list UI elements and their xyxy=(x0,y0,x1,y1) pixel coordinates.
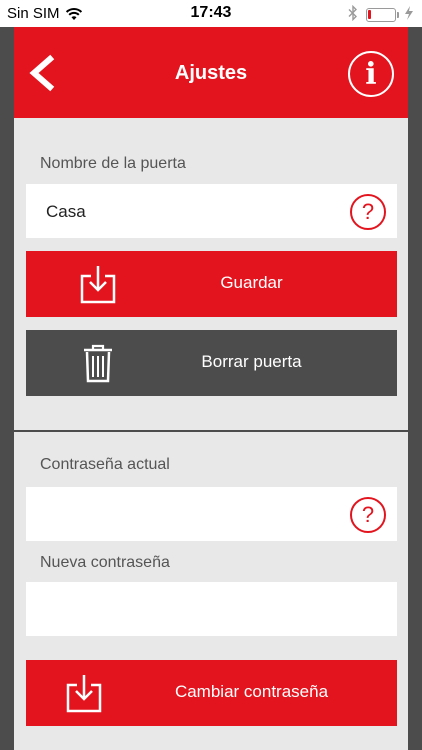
change-password-button[interactable]: Cambiar contraseña xyxy=(26,660,397,726)
section-divider xyxy=(14,430,408,432)
battery-level xyxy=(368,9,371,19)
status-bar: Sin SIM 17:43 xyxy=(0,0,422,27)
help-icon: ? xyxy=(361,199,375,224)
download-icon xyxy=(66,675,102,713)
door-name-label: Nombre de la puerta xyxy=(40,155,186,172)
help-icon: ? xyxy=(361,502,375,527)
status-right xyxy=(348,4,414,24)
header-bar: Ajustes i xyxy=(14,27,408,118)
door-name-value: Casa xyxy=(46,202,86,221)
current-password-help-button[interactable]: ? xyxy=(350,497,386,533)
save-button[interactable]: Guardar xyxy=(26,251,397,317)
battery-icon xyxy=(366,7,399,22)
current-password-field[interactable]: ? xyxy=(26,487,397,541)
charging-icon xyxy=(404,6,414,23)
door-name-help-button[interactable]: ? xyxy=(350,194,386,230)
settings-screen: Ajustes i Nombre de la puerta Casa ? Gua… xyxy=(14,27,408,750)
save-label: Guardar xyxy=(220,273,283,292)
new-password-label: Nueva contraseña xyxy=(40,554,170,571)
info-icon: i xyxy=(365,56,377,92)
new-password-field[interactable] xyxy=(26,582,397,636)
current-password-label: Contraseña actual xyxy=(40,456,170,473)
delete-door-button[interactable]: Borrar puerta xyxy=(26,330,397,396)
info-button[interactable]: i xyxy=(348,51,394,97)
change-password-label: Cambiar contraseña xyxy=(174,682,329,701)
bluetooth-icon xyxy=(348,4,358,24)
delete-door-label: Borrar puerta xyxy=(201,352,302,371)
door-name-field[interactable]: Casa ? xyxy=(26,184,397,238)
